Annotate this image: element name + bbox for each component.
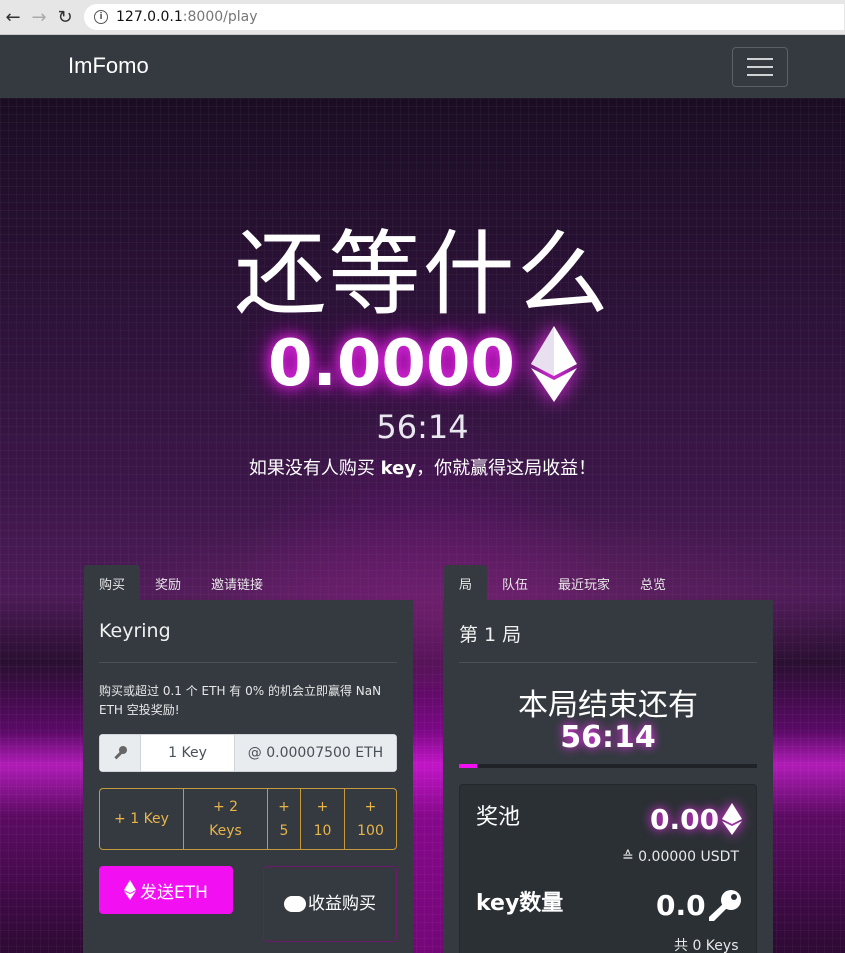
add-2-keys-button[interactable]: + 2 Keys bbox=[184, 789, 268, 849]
hero-subline: 如果没有人购买 key，你就赢得这局收益！ bbox=[0, 454, 845, 480]
ethereum-icon bbox=[722, 803, 742, 835]
reinvest-label: 收益购买 bbox=[308, 894, 376, 914]
divider bbox=[459, 662, 757, 663]
right-tabs: 局 队伍 最近玩家 总览 bbox=[444, 565, 681, 601]
quick-add-group: + 1 Key + 2 Keys + 5 + 10 + 100 bbox=[99, 788, 397, 850]
reload-icon[interactable]: ↻ bbox=[52, 2, 78, 32]
pot-stats-card: 奖池 0.00 ≙ 0.00000 USDT key数量 0.0 共 0 Key… bbox=[459, 784, 757, 953]
tab-rewards[interactable]: 奖励 bbox=[140, 565, 196, 601]
key-icon bbox=[709, 890, 741, 921]
forward-arrow-icon[interactable]: → bbox=[26, 2, 52, 32]
round-progress-bar bbox=[459, 764, 757, 768]
site-info-icon[interactable]: i bbox=[94, 10, 108, 24]
add-5-button[interactable]: + 5 bbox=[268, 789, 301, 849]
tab-overview[interactable]: 总览 bbox=[625, 565, 681, 601]
pot-value: 0.0000 bbox=[268, 327, 515, 401]
hero-timer: 56:14 bbox=[376, 408, 469, 446]
headline: 还等什么 bbox=[234, 221, 611, 328]
hero-section: 还等什么 0.0000 56:14 如果没有人购买 key，你就赢得这局收益！ … bbox=[0, 98, 845, 953]
app-navbar: ImFomo bbox=[0, 35, 845, 98]
tab-recent-players[interactable]: 最近玩家 bbox=[543, 565, 625, 601]
tab-teams[interactable]: 队伍 bbox=[487, 565, 543, 601]
pot-usdt-value: ≙ 0.00000 USDT bbox=[622, 849, 739, 865]
key-price-label: @ 0.00007500 ETH bbox=[234, 734, 397, 772]
key-icon bbox=[99, 734, 141, 772]
tab-buy[interactable]: 购买 bbox=[84, 565, 141, 601]
brand-logo[interactable]: ImFomo bbox=[68, 53, 149, 79]
key-quantity-input[interactable]: 1 Key bbox=[141, 734, 234, 772]
hamburger-line bbox=[747, 74, 773, 76]
address-bar[interactable]: i 127.0.0.1:8000/play bbox=[84, 4, 844, 30]
round-title: 第 1 局 bbox=[459, 624, 522, 646]
round-card: 第 1 局 本局结束还有 56:14 奖池 0.00 ≙ 0.00000 USD… bbox=[443, 600, 773, 953]
card-title-keyring: Keyring bbox=[99, 620, 171, 642]
pot-amount: 0.00 bbox=[650, 803, 720, 836]
airdrop-description: 购买或超过 0.1 个 ETH 有 0% 的机会立即赢得 NaN ETH 空投奖… bbox=[99, 684, 382, 717]
tab-invite-link[interactable]: 邀请链接 bbox=[196, 565, 278, 601]
left-tabs: 购买 奖励 邀请链接 bbox=[84, 565, 278, 601]
hamburger-line bbox=[747, 66, 773, 68]
pot-display: 0.0000 bbox=[0, 326, 845, 402]
keys-label: key数量 bbox=[476, 891, 564, 916]
hamburger-line bbox=[747, 58, 773, 60]
buy-card: Keyring 购买或超过 0.1 个 ETH 有 0% 的机会立即赢得 NaN… bbox=[83, 600, 413, 953]
tab-round[interactable]: 局 bbox=[444, 565, 488, 601]
browser-toolbar: ← → ↻ i 127.0.0.1:8000/play bbox=[0, 0, 845, 35]
keys-total: 共 0 Keys bbox=[674, 938, 739, 953]
send-eth-label: 发送ETH bbox=[140, 882, 208, 903]
keys-amount: 0.0 bbox=[656, 889, 706, 922]
reinvest-button[interactable]: 收益购买 bbox=[263, 866, 397, 942]
send-eth-button[interactable]: 发送ETH bbox=[99, 866, 233, 914]
subline-key: key bbox=[380, 458, 417, 479]
ethereum-icon bbox=[124, 880, 137, 900]
piggy-bank-icon bbox=[284, 896, 306, 912]
divider bbox=[99, 662, 397, 663]
key-quantity-group: 1 Key @ 0.00007500 ETH bbox=[99, 734, 397, 772]
round-ends-label: 本局结束还有 bbox=[518, 688, 698, 723]
subline-text-end: ，你就赢得这局收益！ bbox=[416, 458, 597, 479]
subline-text-start: 如果没有人购买 bbox=[248, 458, 381, 479]
add-1-key-button[interactable]: + 1 Key bbox=[100, 789, 184, 849]
round-progress-fill bbox=[459, 764, 477, 768]
ethereum-icon bbox=[530, 326, 577, 402]
add-10-button[interactable]: + 10 bbox=[301, 789, 345, 849]
add-100-button[interactable]: + 100 bbox=[345, 789, 396, 849]
round-ends-timer: 56:14 bbox=[560, 720, 656, 755]
url-host: 127.0.0.1 bbox=[116, 9, 183, 25]
url-path: :8000/play bbox=[182, 9, 258, 25]
back-arrow-icon[interactable]: ← bbox=[0, 2, 26, 32]
pot-label: 奖池 bbox=[476, 805, 521, 830]
menu-toggle-button[interactable] bbox=[732, 47, 788, 87]
